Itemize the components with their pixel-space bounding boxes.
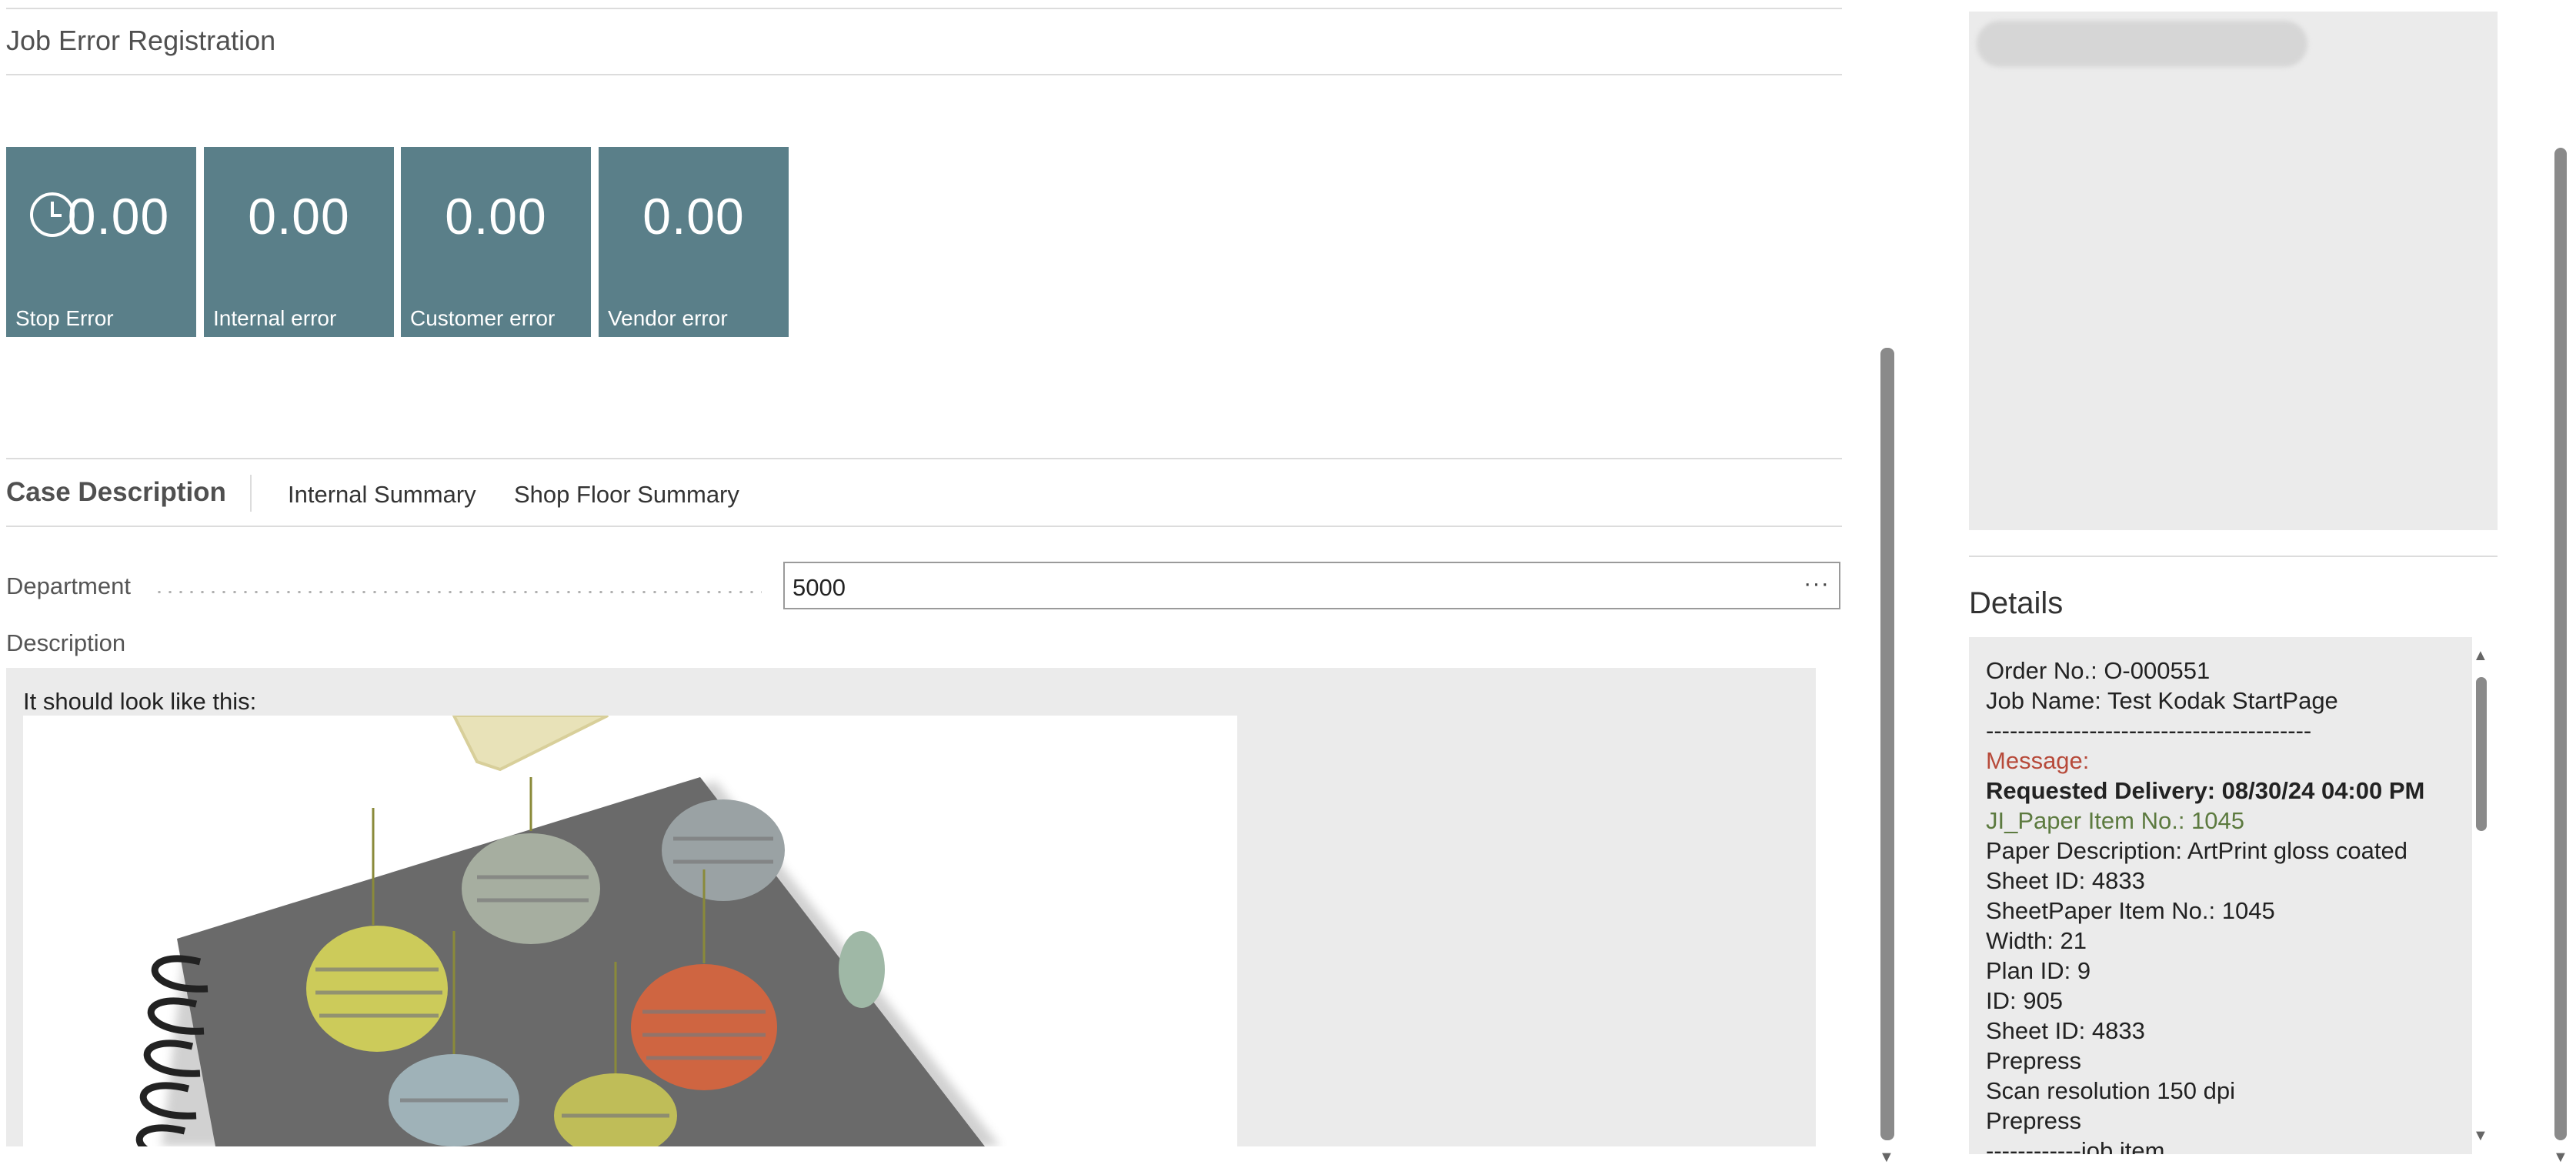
detail-line-requested-delivery: Requested Delivery: 08/30/24 04:00 PM [1986,777,2425,804]
detail-line: Scan resolution 150 dpi [1986,1077,2236,1104]
tab-shop-floor-summary[interactable]: Shop Floor Summary [514,481,739,509]
more-options-button[interactable]: ··· [1804,569,1830,597]
detail-line: Plan ID: 9 [1986,957,2091,984]
tile-vendor-error[interactable]: 0.00 Vendor error [599,147,789,337]
department-value: 5000 [792,574,846,601]
right-scrollbar-thumb[interactable] [2554,148,2567,1140]
top-divider [6,8,1842,9]
description-text: It should look like this: [23,688,257,715]
detail-line: SheetPaper Item No.: 1045 [1986,897,2275,924]
department-label: Department [6,572,131,599]
detail-line: ----------------------------------------… [1986,717,2312,744]
detail-line: Paper Description: ArtPrint gloss coated [1986,837,2407,864]
redacted-text [1977,21,2307,67]
header-divider [6,74,1842,75]
tile-label: Stop Error [15,306,114,330]
detail-line-paper-item: JI_Paper Item No.: 1045 [1986,807,2245,834]
tile-value: 0.00 [642,188,745,245]
tile-customer-error[interactable]: 0.00 Customer error [401,147,591,337]
tile-value: 0.00 [248,188,350,245]
tab-internal-summary[interactable]: Internal Summary [288,481,476,509]
detail-line: Prepress [1986,1107,2082,1134]
details-box[interactable]: Order No.: O-000551 Job Name: Test Kodak… [1969,637,2472,1154]
details-title: Details [1969,586,2064,620]
picture-factbox[interactable] [1969,12,2498,530]
tabs-top-divider [6,458,1842,459]
details-scroll-down-arrow[interactable]: ▼ [2473,1128,2488,1143]
description-label: Description [6,629,126,656]
page-scrollbar-thumb[interactable] [1880,348,1894,1140]
details-lines: Order No.: O-000551 Job Name: Test Kodak… [1986,656,2424,1154]
page-scroll-down-arrow[interactable]: ▼ [1879,1150,1894,1165]
detail-line: Width: 21 [1986,927,2087,954]
tile-value: 0.00 [445,188,547,245]
department-field[interactable]: 5000 ··· [783,562,1840,609]
tile-internal-error[interactable]: 0.00 Internal error [204,147,394,337]
detail-line: Prepress [1986,1047,2082,1074]
detail-line: Sheet ID: 4833 [1986,1017,2145,1044]
tile-stop-error[interactable]: 0.00 Stop Error [6,147,196,337]
detail-line: Sheet ID: 4833 [1986,867,2145,894]
tile-label: Internal error [213,306,337,330]
notebook-illustration [135,716,1000,1146]
tab-separator [250,475,252,512]
tab-case-description[interactable]: Case Description [6,477,226,508]
tile-label: Vendor error [608,306,728,330]
detail-line: ID: 905 [1986,987,2063,1014]
details-divider [1969,556,2498,557]
details-scrollbar-thumb[interactable] [2476,677,2487,831]
description-editor[interactable]: It should look like this: [6,668,1816,1146]
tile-label: Customer error [410,306,556,330]
tabs-bottom-divider [6,526,1842,527]
tile-value: 0.00 [67,188,170,245]
detail-line: Order No.: O-000551 [1986,657,2211,684]
details-scroll-up-arrow[interactable]: ▲ [2473,648,2488,663]
detail-line-message: Message: [1986,747,2090,774]
notebook-image [23,716,1237,1146]
detail-line: Job Name: Test Kodak StartPage [1986,687,2338,714]
detail-line: ------------job item [1986,1137,2165,1154]
right-scroll-down-arrow[interactable]: ▼ [2553,1150,2568,1165]
section-title[interactable]: Job Error Registration [6,25,275,57]
field-leader-dots [154,591,762,593]
